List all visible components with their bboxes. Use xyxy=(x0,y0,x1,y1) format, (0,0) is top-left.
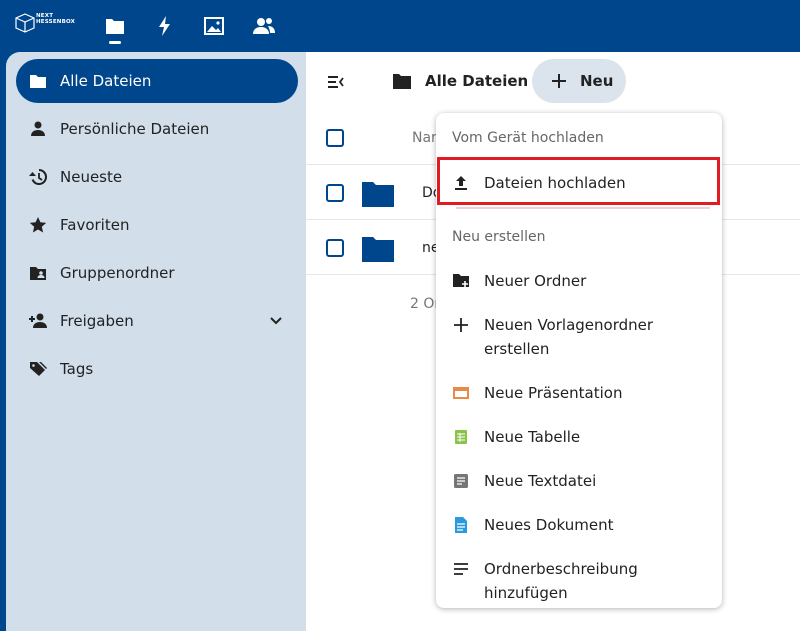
menu-item-label: Neuer Ordner xyxy=(484,272,587,290)
row-checkbox[interactable] xyxy=(326,184,344,202)
menu-item-label: Neuen Vorlagenordner xyxy=(484,316,654,334)
logo-line2: HESSENBOX xyxy=(36,19,76,25)
spreadsheet-icon xyxy=(455,430,467,444)
plus-icon xyxy=(552,74,566,88)
sidebar-item-freigaben[interactable]: Freigaben xyxy=(16,299,298,343)
sidebar-item-label: Neueste xyxy=(60,168,123,186)
tag-icon xyxy=(28,359,48,379)
row-checkbox[interactable] xyxy=(326,239,344,257)
new-button[interactable]: Neu xyxy=(532,59,626,103)
sidebar-item-label: Persönliche Dateien xyxy=(60,120,210,138)
text-file-icon xyxy=(454,474,468,488)
menu-item-label: Neue Textdatei xyxy=(484,472,597,490)
logo-cube-icon xyxy=(15,13,35,33)
history-icon xyxy=(28,167,48,187)
menu-item-new-spreadsheet[interactable]: Neue Tabelle xyxy=(436,425,722,449)
sidebar-item-label: Favoriten xyxy=(60,216,130,234)
new-button-label: Neu xyxy=(580,72,614,90)
column-header-name[interactable]: Nar xyxy=(412,130,437,146)
image-icon xyxy=(204,17,224,35)
star-icon xyxy=(28,215,48,235)
folder-plus-icon xyxy=(453,274,469,287)
document-icon xyxy=(455,517,467,533)
menu-item-folder-description[interactable]: Ordnerbeschreibung hinzufügen xyxy=(436,557,722,605)
sidebar-item-persoenliche-dateien[interactable]: Persönliche Dateien xyxy=(16,107,298,151)
sidebar-item-label: Alle Dateien xyxy=(60,72,152,90)
menu-item-label: Ordnerbeschreibung xyxy=(484,560,638,578)
menu-item-label: Neue Tabelle xyxy=(484,428,581,446)
top-header: NEXT HESSENBOX xyxy=(0,0,800,50)
sidebar-item-label: Tags xyxy=(60,360,94,378)
menu-item-new-document[interactable]: Neues Dokument xyxy=(436,513,722,537)
folder-icon xyxy=(392,72,412,92)
menu-item-new-presentation[interactable]: Neue Präsentation xyxy=(436,381,722,405)
menu-item-new-template-folder[interactable]: Neuen Vorlagenordner erstellen xyxy=(436,313,722,361)
lightning-icon xyxy=(159,16,170,36)
logo-text: NEXT HESSENBOX xyxy=(36,13,75,25)
menu-item-new-folder[interactable]: Neuer Ordner xyxy=(436,269,722,293)
group-folder-icon xyxy=(28,263,48,283)
select-all-checkbox[interactable] xyxy=(326,129,344,147)
text-lines-icon xyxy=(454,563,468,575)
sidebar-item-favoriten[interactable]: Favoriten xyxy=(16,203,298,247)
breadcrumb[interactable]: Alle Dateien xyxy=(425,72,528,90)
person-icon xyxy=(28,119,48,139)
contacts-app-button[interactable] xyxy=(252,14,276,38)
folder-icon xyxy=(28,71,48,91)
menu-collapse-icon xyxy=(328,76,344,88)
active-app-indicator xyxy=(109,41,121,44)
folder-icon xyxy=(106,19,124,34)
menu-item-label: Neue Präsentation xyxy=(484,384,623,402)
sidebar: Alle Dateien Persönliche Dateien Neueste… xyxy=(6,52,306,631)
chevron-down-icon[interactable] xyxy=(266,311,286,331)
people-icon xyxy=(253,18,275,34)
folder-icon[interactable] xyxy=(361,235,395,263)
plus-icon xyxy=(454,318,468,332)
menu-item-label-line2: hinzufügen xyxy=(484,584,568,602)
menu-item-new-textfile[interactable]: Neue Textdatei xyxy=(436,469,722,493)
sidebar-toggle-button[interactable] xyxy=(324,70,348,94)
sidebar-item-label: Gruppenordner xyxy=(60,264,175,282)
menu-item-label: Neues Dokument xyxy=(484,516,614,534)
menu-caption-create: Neu erstellen xyxy=(452,229,546,245)
sidebar-item-gruppenordner[interactable]: Gruppenordner xyxy=(16,251,298,295)
activity-app-button[interactable] xyxy=(153,14,177,38)
photos-app-button[interactable] xyxy=(202,14,226,38)
sidebar-item-label: Freigaben xyxy=(60,312,134,330)
highlight-box xyxy=(437,157,720,205)
sidebar-item-tags[interactable]: Tags xyxy=(16,347,298,391)
share-person-icon xyxy=(28,311,48,331)
folder-icon[interactable] xyxy=(361,180,395,208)
presentation-icon xyxy=(453,387,469,399)
sidebar-item-alle-dateien[interactable]: Alle Dateien xyxy=(16,59,298,103)
menu-caption-upload: Vom Gerät hochladen xyxy=(452,130,604,146)
sidebar-item-neueste[interactable]: Neueste xyxy=(16,155,298,199)
files-app-button[interactable] xyxy=(103,14,127,38)
menu-item-label-line2: erstellen xyxy=(484,340,550,358)
menu-divider xyxy=(456,207,710,209)
